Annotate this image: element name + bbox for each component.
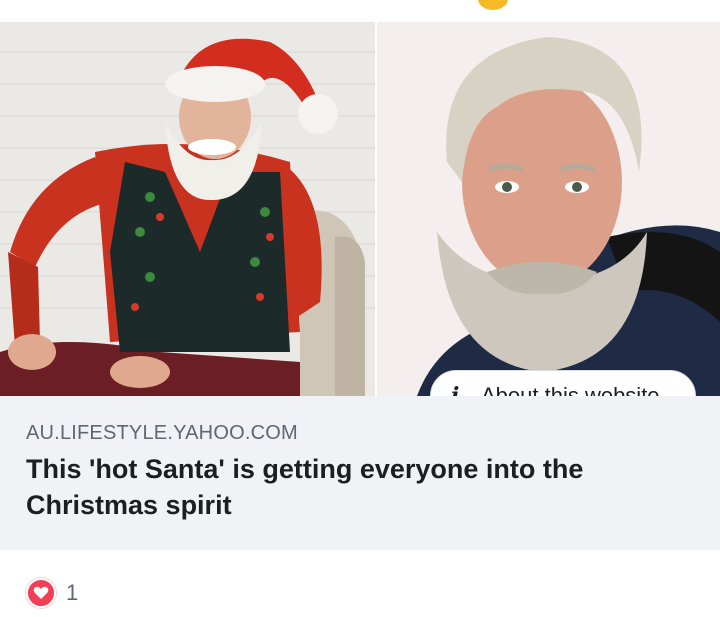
santa-costume-photo <box>0 22 375 396</box>
reaction-count: 1 <box>66 580 79 605</box>
link-headline[interactable]: This 'hot Santa' is getting everyone int… <box>26 451 686 523</box>
about-this-website-label: About this website <box>481 383 660 396</box>
info-icon: i <box>451 383 460 396</box>
love-reaction-icon <box>26 578 56 608</box>
bearded-man-portrait <box>377 22 720 396</box>
link-preview-card[interactable]: i About this website AU.LIFESTYLE.YAHOO.… <box>0 22 720 550</box>
reactions-summary[interactable]: 1 <box>26 578 78 608</box>
link-domain: AU.LIFESTYLE.YAHOO.COM <box>26 422 298 444</box>
santa-costume-illustration <box>0 22 375 396</box>
preview-images[interactable]: i About this website <box>0 22 720 396</box>
bearded-man-illustration <box>377 22 720 396</box>
link-meta[interactable]: AU.LIFESTYLE.YAHOO.COM This 'hot Santa' … <box>0 396 720 550</box>
previous-post-text-strip <box>0 0 720 22</box>
emoji-icon <box>478 0 508 10</box>
heart-icon <box>33 586 49 599</box>
about-this-website-button[interactable]: i About this website <box>430 370 696 396</box>
